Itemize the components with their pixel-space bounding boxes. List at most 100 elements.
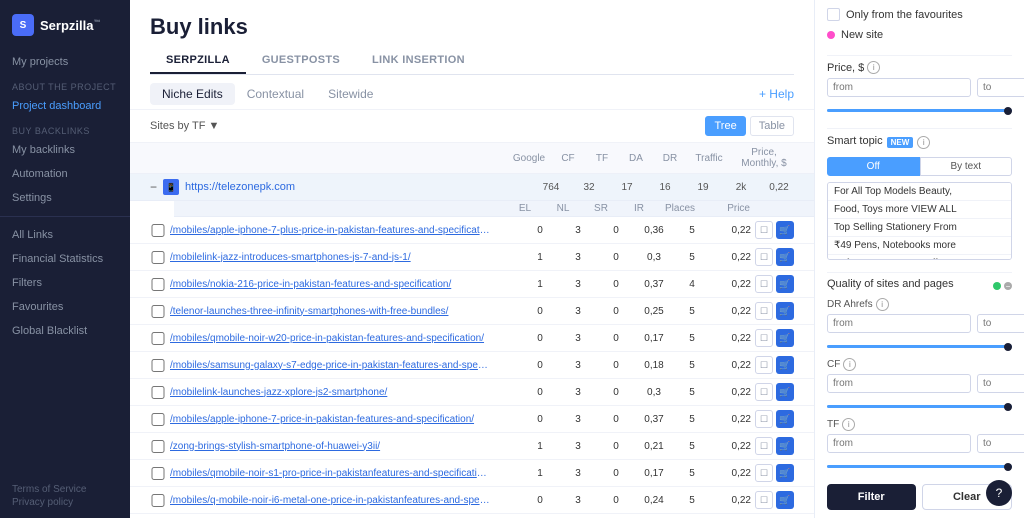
cf-info-icon[interactable]: i <box>843 358 856 371</box>
collapse-icon[interactable]: − <box>150 180 157 194</box>
row-checkbox[interactable] <box>150 467 166 480</box>
favourites-checkbox[interactable] <box>827 8 840 21</box>
row-url[interactable]: /mobiles/samsung-galaxy-s7-edge-price-in… <box>170 360 490 371</box>
help-circle-button[interactable]: ? <box>986 480 1012 506</box>
price-slider-thumb[interactable] <box>1004 107 1012 115</box>
dr-from-input[interactable] <box>827 314 971 333</box>
sidebar-item-filters[interactable]: Filters <box>0 271 130 295</box>
site-url[interactable]: https://telezonepk.com <box>185 181 295 193</box>
row-url[interactable]: /mobilelink-launches-jazz-xplore-js2-sma… <box>170 387 490 398</box>
topic-item-1[interactable]: Food, Toys more VIEW ALL <box>828 201 1011 219</box>
cf-from-input[interactable] <box>827 374 971 393</box>
tf-slider-thumb[interactable] <box>1004 463 1012 471</box>
row-cart-button[interactable]: 🛒 <box>776 464 794 482</box>
filter-button[interactable]: Filter <box>827 484 916 510</box>
sidebar-item-project-dashboard[interactable]: Project dashboard <box>0 94 130 118</box>
row-cart-button[interactable]: 🛒 <box>776 248 794 266</box>
topic-item-4[interactable]: Soft Toys Upto 70% Off <box>828 255 1011 260</box>
price-to-input[interactable] <box>977 78 1024 97</box>
quality-dot-green[interactable] <box>993 282 1001 290</box>
toggle-by-text-button[interactable]: By text <box>920 157 1013 176</box>
topic-item-3[interactable]: ₹49 Pens, Notebooks more <box>828 237 1011 255</box>
row-url[interactable]: /mobiles/apple-iphone-7-plus-price-in-pa… <box>170 225 490 236</box>
tf-from-input[interactable] <box>827 434 971 453</box>
sub-tab-sitewide[interactable]: Sitewide <box>316 83 385 105</box>
row-check-button[interactable]: ☐ <box>755 329 773 347</box>
row-checkbox[interactable] <box>150 413 166 426</box>
privacy-link[interactable]: Privacy policy <box>12 497 118 508</box>
sidebar-item-settings[interactable]: Settings <box>0 186 130 210</box>
row-url[interactable]: /mobiles/qmobile-noir-s1-pro-price-in-pa… <box>170 468 490 479</box>
row-checkbox[interactable] <box>150 386 166 399</box>
row-check-button[interactable]: ☐ <box>755 464 773 482</box>
row-check-button[interactable]: ☐ <box>755 383 773 401</box>
cf-to-input[interactable] <box>977 374 1024 393</box>
row-check-button[interactable]: ☐ <box>755 221 773 239</box>
tab-guestposts[interactable]: GUESTPOSTS <box>246 48 356 74</box>
row-checkbox[interactable] <box>150 224 166 237</box>
row-check-button[interactable]: ☐ <box>755 491 773 509</box>
topic-item-2[interactable]: Top Selling Stationery From <box>828 219 1011 237</box>
row-checkbox[interactable] <box>150 332 166 345</box>
price-slider[interactable] <box>827 109 1012 112</box>
sidebar-item-automation[interactable]: Automation <box>0 162 130 186</box>
row-checkbox[interactable] <box>150 359 166 372</box>
dr-to-input[interactable] <box>977 314 1024 333</box>
row-cart-button[interactable]: 🛒 <box>776 410 794 428</box>
sidebar-item-financial-stats[interactable]: Financial Statistics <box>0 247 130 271</box>
row-url[interactable]: /mobiles/apple-iphone-7-price-in-pakista… <box>170 414 490 425</box>
tf-to-input[interactable] <box>977 434 1024 453</box>
row-checkbox[interactable] <box>150 494 166 507</box>
row-url[interactable]: /telenor-launches-three-infinity-smartph… <box>170 306 490 317</box>
toggle-off-button[interactable]: Off <box>827 157 920 176</box>
terms-link[interactable]: Terms of Service <box>12 484 118 495</box>
sidebar-item-global-blacklist[interactable]: Global Blacklist <box>0 319 130 343</box>
row-url[interactable]: /mobiles/nokia-216-price-in-pakistan-fea… <box>170 279 490 290</box>
tab-link-insertion[interactable]: LINK INSERTION <box>356 48 481 74</box>
row-check-button[interactable]: ☐ <box>755 248 773 266</box>
dr-slider-thumb[interactable] <box>1004 343 1012 351</box>
cf-slider[interactable] <box>827 405 1012 408</box>
sidebar-item-my-backlinks[interactable]: My backlinks <box>0 138 130 162</box>
row-cart-button[interactable]: 🛒 <box>776 437 794 455</box>
cf-slider-thumb[interactable] <box>1004 403 1012 411</box>
row-cart-button[interactable]: 🛒 <box>776 329 794 347</box>
topic-item-0[interactable]: For All Top Models Beauty, <box>828 183 1011 201</box>
row-checkbox[interactable] <box>150 278 166 291</box>
tree-view-button[interactable]: Tree <box>705 116 745 136</box>
dr-slider[interactable] <box>827 345 1012 348</box>
price-from-input[interactable] <box>827 78 971 97</box>
row-url[interactable]: /mobilelink-jazz-introduces-smartphones-… <box>170 252 490 263</box>
row-cart-button[interactable]: 🛒 <box>776 275 794 293</box>
row-check-button[interactable]: ☐ <box>755 275 773 293</box>
quality-dot-minus[interactable]: − <box>1004 282 1012 290</box>
row-url[interactable]: /mobiles/qmobile-noir-w20-price-in-pakis… <box>170 333 490 344</box>
row-cart-button[interactable]: 🛒 <box>776 383 794 401</box>
sub-tab-niche-edits[interactable]: Niche Edits <box>150 83 235 105</box>
row-cart-button[interactable]: 🛒 <box>776 221 794 239</box>
row-url[interactable]: /mobiles/q-mobile-noir-i6-metal-one-pric… <box>170 495 490 506</box>
row-cart-button[interactable]: 🛒 <box>776 491 794 509</box>
sidebar-item-my-projects[interactable]: My projects <box>0 50 130 74</box>
row-checkbox[interactable] <box>150 440 166 453</box>
table-view-button[interactable]: Table <box>750 116 794 136</box>
row-url[interactable]: /zong-brings-stylish-smartphone-of-huawe… <box>170 441 490 452</box>
tf-info-icon[interactable]: i <box>842 418 855 431</box>
sidebar-item-favourites[interactable]: Favourites <box>0 295 130 319</box>
row-cart-button[interactable]: 🛒 <box>776 302 794 320</box>
tab-serpzilla[interactable]: SERPZILLA <box>150 48 246 74</box>
row-checkbox[interactable] <box>150 251 166 264</box>
row-check-button[interactable]: ☐ <box>755 410 773 428</box>
sidebar-item-all-links[interactable]: All Links <box>0 223 130 247</box>
tf-slider[interactable] <box>827 465 1012 468</box>
help-button[interactable]: + Help <box>759 87 794 101</box>
sites-by-filter[interactable]: Sites by TF ▼ <box>150 120 219 132</box>
row-check-button[interactable]: ☐ <box>755 302 773 320</box>
price-info-icon[interactable]: i <box>867 61 880 74</box>
row-check-button[interactable]: ☐ <box>755 437 773 455</box>
row-checkbox[interactable] <box>150 305 166 318</box>
smart-topic-info-icon[interactable]: i <box>917 136 930 149</box>
row-cart-button[interactable]: 🛒 <box>776 356 794 374</box>
sub-tab-contextual[interactable]: Contextual <box>235 83 316 105</box>
row-check-button[interactable]: ☐ <box>755 356 773 374</box>
